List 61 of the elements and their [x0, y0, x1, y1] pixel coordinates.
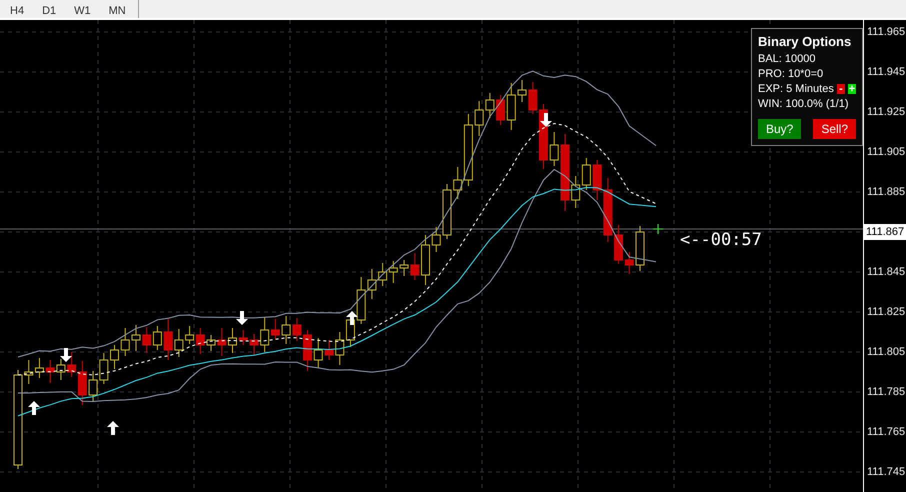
candle [99, 352, 108, 384]
candle [249, 334, 258, 356]
current-price-label: 111.867 [864, 224, 906, 240]
price-label: 111.905 [866, 145, 906, 160]
candle [282, 316, 291, 344]
sell-button[interactable]: Sell? [813, 119, 856, 139]
timeframe-tab[interactable]: H4 [4, 0, 30, 18]
up-arrow-icon [28, 401, 40, 415]
balance-text: BAL: 10000 [758, 53, 816, 65]
candle [152, 326, 162, 350]
timeframe-tab[interactable]: D1 [36, 0, 62, 18]
win-rate-text: WIN: 100.0% (1/1) [758, 98, 850, 110]
buy-button[interactable]: Buy? [758, 119, 802, 139]
candle [292, 318, 302, 342]
down-arrow-icon [60, 348, 72, 362]
timeframe-tab[interactable]: MN [102, 0, 132, 18]
profit-text: PRO: 10*0=0 [758, 68, 824, 80]
price-label: 111.825 [866, 305, 906, 320]
candle [324, 340, 334, 360]
candle [110, 344, 120, 370]
price-label: 111.745 [866, 465, 906, 480]
candle [196, 328, 205, 354]
panel-title: Binary Options [758, 34, 852, 49]
candle [142, 326, 152, 354]
price-label: 111.945 [866, 65, 906, 80]
decrease-button[interactable]: - [836, 84, 845, 94]
candle [56, 358, 66, 380]
candle [120, 328, 130, 356]
up-arrow-icon [346, 311, 358, 325]
candle [388, 260, 398, 284]
candle [303, 330, 312, 372]
candle [46, 360, 55, 384]
price-label: 111.925 [866, 105, 906, 120]
candle [34, 358, 44, 378]
candle [314, 338, 323, 368]
candle [131, 324, 140, 352]
candle [378, 262, 388, 286]
price-label: 111.765 [866, 425, 906, 440]
up-arrow-icon [107, 421, 119, 435]
countdown-text: <--00:57 [680, 230, 762, 250]
price-label: 111.805 [866, 345, 906, 360]
candle [474, 100, 484, 136]
timeframe-tab[interactable]: W1 [68, 0, 97, 18]
price-label: 111.785 [866, 385, 906, 400]
price-label: 111.965 [866, 25, 906, 40]
plus-marker-icon [652, 224, 664, 234]
candle [582, 158, 591, 190]
expiry-text: EXP: 5 Minutes [758, 83, 834, 95]
candle [238, 330, 248, 346]
candle [636, 226, 644, 272]
candle [228, 328, 237, 354]
candle [88, 370, 98, 402]
down-arrow-icon [540, 113, 552, 127]
price-label: 111.885 [866, 185, 906, 200]
candle [24, 360, 34, 384]
candle [335, 332, 344, 366]
price-label: 111.845 [866, 265, 906, 280]
down-arrow-icon [236, 311, 248, 325]
candle [185, 326, 194, 344]
candle [571, 176, 580, 208]
candle [485, 92, 494, 118]
